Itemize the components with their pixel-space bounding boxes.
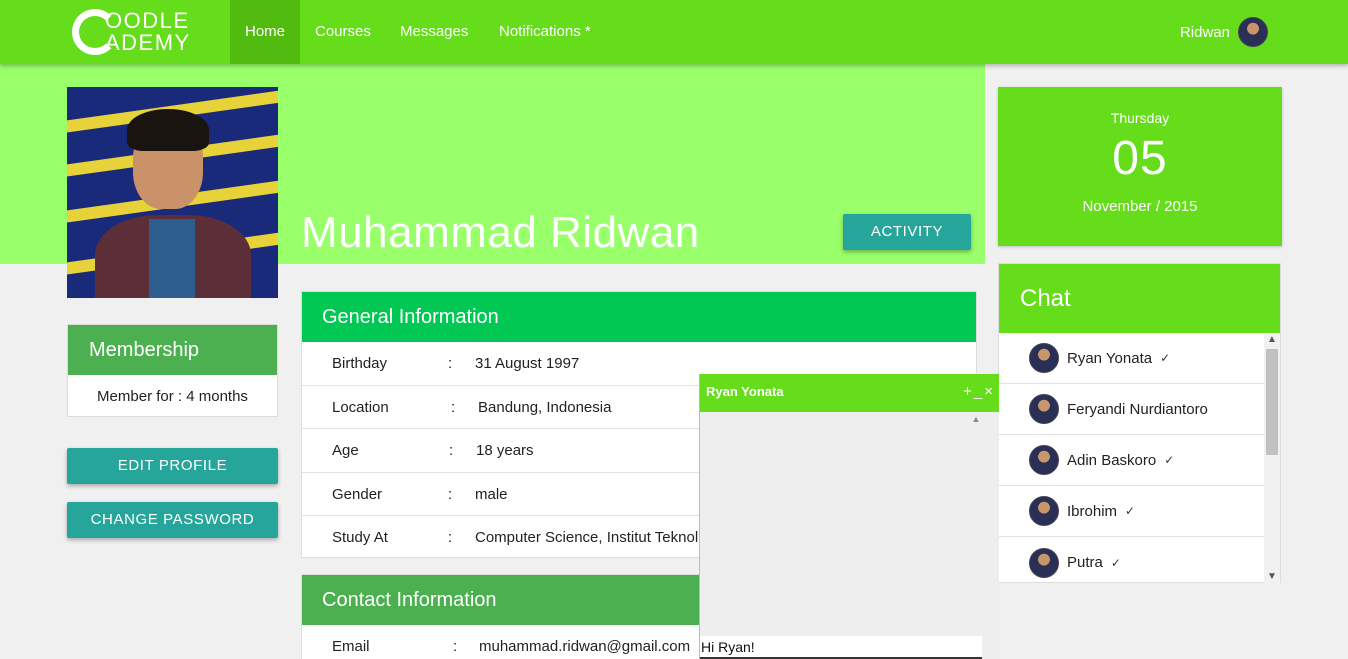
info-label: Study At <box>332 529 388 546</box>
checkmark-icon: ✓ <box>1164 453 1175 467</box>
chat-contact[interactable]: Adin Baskoro ✓ <box>999 435 1265 486</box>
info-value: Bandung, Indonesia <box>478 398 612 416</box>
nav-home[interactable]: Home <box>230 0 300 64</box>
logo-text-line2: ADEMY <box>105 30 191 55</box>
info-label: Email <box>332 638 370 655</box>
chat-title: Chat <box>999 264 1280 333</box>
minimize-icon[interactable]: _ <box>974 383 984 400</box>
date-weekday: Thursday <box>1110 110 1170 126</box>
edit-profile-button[interactable]: EDIT PROFILE <box>67 448 278 484</box>
date-card: Thursday 05 November / 2015 <box>998 87 1282 246</box>
chat-window-header[interactable]: Ryan Yonata +_× <box>700 374 999 412</box>
chat-contact[interactable]: Putra ✓ <box>999 537 1265 588</box>
scroll-up-icon[interactable]: ▲ <box>970 414 982 424</box>
coodle-academy-logo[interactable]: OODLE ADEMY <box>72 8 214 56</box>
nav-messages[interactable]: Messages <box>385 0 483 64</box>
close-icon[interactable]: × <box>984 383 995 400</box>
contact-name: Ibrohim <box>1067 502 1118 520</box>
chat-window: Ryan Yonata +_× ▲ Hi Ryan! <box>699 374 999 659</box>
activity-button[interactable]: ACTIVITY <box>843 214 971 250</box>
contact-avatar <box>1029 394 1059 424</box>
contact-name: Adin Baskoro <box>1067 451 1157 469</box>
membership-card: Membership Member for : 4 months <box>67 324 278 417</box>
info-value: male <box>475 485 508 503</box>
profile-name: Muhammad Ridwan <box>301 208 700 257</box>
info-separator: : <box>449 442 454 459</box>
nav-courses[interactable]: Courses <box>300 0 386 64</box>
info-separator: : <box>451 398 456 416</box>
contact-avatar <box>1029 445 1059 475</box>
chat-window-title: Ryan Yonata <box>706 384 784 399</box>
nav-notifications[interactable]: Notifications * <box>484 0 606 64</box>
contact-avatar <box>1029 547 1059 578</box>
info-separator: : <box>448 485 453 503</box>
contact-name: Feryandi Nurdiantoro <box>1067 400 1208 418</box>
checkmark-icon: ✓ <box>1125 504 1136 518</box>
contact-avatar <box>1029 496 1059 526</box>
scroll-down-icon[interactable]: ▼ <box>1264 571 1280 582</box>
info-value: muhammad.ridwan@gmail.com <box>479 638 691 655</box>
checkmark-icon: ✓ <box>1110 555 1121 570</box>
info-separator: : <box>448 355 453 372</box>
plus-icon[interactable]: + <box>963 383 974 400</box>
chat-message-input[interactable]: Hi Ryan! <box>700 636 982 659</box>
contact-name: Ryan Yonata <box>1067 349 1153 367</box>
chat-window-scrollbar[interactable]: ▲ <box>970 412 982 632</box>
contact-avatar <box>1029 343 1059 373</box>
user-menu[interactable]: Ridwan <box>1180 0 1268 64</box>
scroll-up-icon[interactable]: ▲ <box>1264 334 1280 345</box>
general-information-title: General Information <box>302 292 976 342</box>
date-month-year: November / 2015 <box>1082 198 1198 215</box>
info-label: Location <box>332 398 389 416</box>
info-separator: : <box>453 638 458 655</box>
membership-duration: Member for : 4 months <box>97 388 248 405</box>
chat-card: Chat Ryan Yonata ✓ Feryandi Nurdiantoro … <box>998 263 1281 583</box>
scrollbar-thumb[interactable] <box>1266 349 1278 455</box>
chat-contact[interactable]: Feryandi Nurdiantoro <box>999 384 1265 435</box>
top-navbar: OODLE ADEMY Home Courses Messages Notifi… <box>0 0 1348 64</box>
info-separator: : <box>448 529 453 546</box>
info-label: Age <box>332 442 359 459</box>
user-name: Ridwan <box>1179 23 1230 41</box>
chat-list-scrollbar[interactable]: ▲ ▼ <box>1264 333 1280 583</box>
checkmark-icon: ✓ <box>1160 351 1171 365</box>
profile-photo <box>67 87 278 298</box>
user-avatar <box>1238 17 1268 47</box>
info-value: Computer Science, Institut Teknol <box>475 529 699 546</box>
info-label: Gender <box>332 485 383 503</box>
info-value: 18 years <box>476 442 534 459</box>
chat-window-controls[interactable]: +_× <box>963 374 995 410</box>
info-value: 31 August 1997 <box>475 355 580 372</box>
chat-contact[interactable]: Ibrohim ✓ <box>999 486 1265 537</box>
chat-contact-list: Ryan Yonata ✓ Feryandi Nurdiantoro Adin … <box>999 333 1265 588</box>
contact-name: Putra <box>1067 554 1103 571</box>
chat-contact[interactable]: Ryan Yonata ✓ <box>999 333 1265 384</box>
membership-title: Membership <box>68 325 277 375</box>
date-day-number: 05 <box>1112 132 1168 185</box>
change-password-button[interactable]: CHANGE PASSWORD <box>67 502 278 538</box>
info-label: Birthday <box>332 355 388 372</box>
